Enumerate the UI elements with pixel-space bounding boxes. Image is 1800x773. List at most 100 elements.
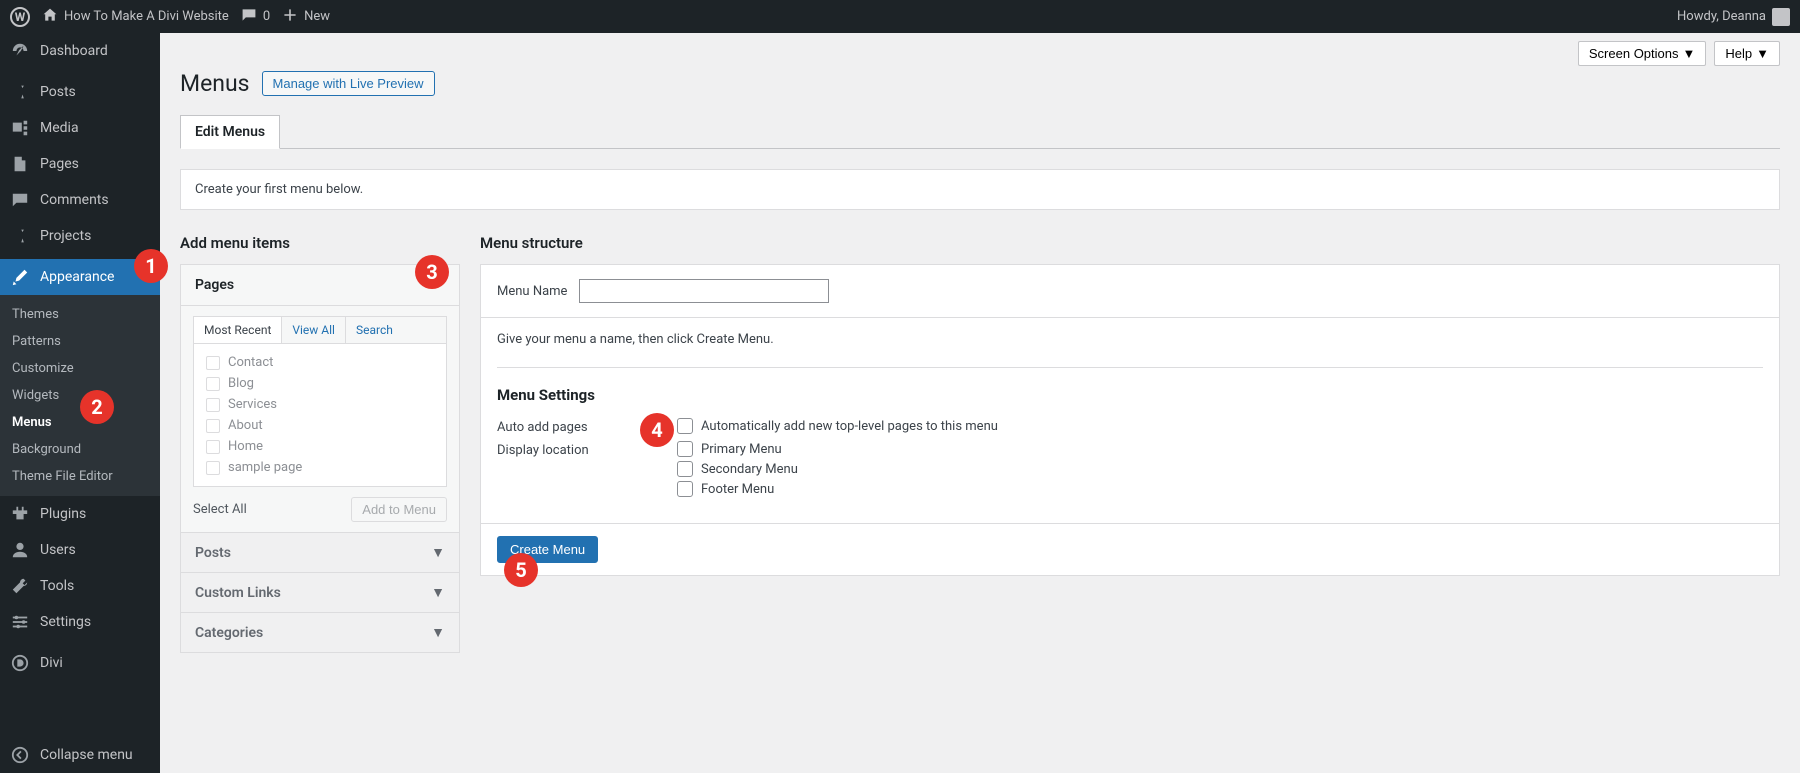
wrench-icon: [10, 576, 30, 596]
screen-options-button[interactable]: Screen Options▼: [1578, 41, 1706, 66]
sidebar-item-tools[interactable]: Tools: [0, 568, 160, 604]
page-item-label: Contact: [228, 355, 273, 370]
sidebar-item-posts[interactable]: Posts: [0, 74, 160, 110]
submenu-themes[interactable]: Themes: [0, 301, 160, 328]
howdy-text: Howdy, Deanna: [1677, 9, 1766, 24]
location-checkbox[interactable]: [677, 441, 693, 457]
add-to-menu-button[interactable]: Add to Menu: [351, 497, 447, 522]
submenu-widgets[interactable]: Widgets: [0, 382, 160, 409]
caret-down-icon: ▼: [1756, 46, 1769, 61]
pages-checklist: Contact Blog Services About Home sample …: [193, 343, 447, 487]
sidebar-item-pages[interactable]: Pages: [0, 146, 160, 182]
collapse-menu-button[interactable]: Collapse menu: [0, 737, 160, 773]
sidebar-item-label: Appearance: [40, 269, 114, 285]
create-menu-button[interactable]: Create Menu: [497, 536, 598, 563]
location-primary[interactable]: Primary Menu: [677, 441, 798, 457]
page-item[interactable]: About: [202, 415, 438, 436]
sidebar-item-divi[interactable]: Divi: [0, 645, 160, 681]
sidebar-item-media[interactable]: Media: [0, 110, 160, 146]
submenu-background[interactable]: Background: [0, 436, 160, 463]
site-name-link[interactable]: How To Make A Divi Website: [42, 7, 229, 27]
collapse-icon: [10, 745, 30, 765]
page-item[interactable]: sample page: [202, 457, 438, 478]
comment-icon: [10, 190, 30, 210]
page-item-label: Blog: [228, 376, 254, 391]
display-location-label: Display location: [497, 441, 637, 458]
page-item[interactable]: Blog: [202, 373, 438, 394]
comment-icon: [241, 7, 257, 27]
option-label: Secondary Menu: [701, 462, 798, 477]
page-item[interactable]: Services: [202, 394, 438, 415]
user-icon: [10, 540, 30, 560]
sidebar-item-projects[interactable]: Projects: [0, 218, 160, 254]
location-checkbox[interactable]: [677, 461, 693, 477]
accordion-label: Posts: [195, 545, 231, 561]
appearance-submenu: Themes Patterns Customize Widgets Menus …: [0, 295, 160, 496]
accordion-custom-links-head[interactable]: Custom Links▼: [181, 572, 459, 612]
location-secondary[interactable]: Secondary Menu: [677, 461, 798, 477]
accordion-posts-head[interactable]: Posts ▼: [181, 532, 459, 572]
checkbox[interactable]: [206, 461, 220, 475]
sidebar-item-label: Comments: [40, 192, 109, 208]
sidebar-item-settings[interactable]: Settings: [0, 604, 160, 640]
checkbox[interactable]: [206, 377, 220, 391]
sidebar-item-label: Posts: [40, 84, 76, 100]
new-content-link[interactable]: New: [282, 7, 330, 27]
sidebar-item-plugins[interactable]: Plugins: [0, 496, 160, 532]
sidebar-item-appearance[interactable]: Appearance: [0, 259, 160, 295]
sidebar-item-comments[interactable]: Comments: [0, 182, 160, 218]
sidebar-item-label: Pages: [40, 156, 79, 172]
page-item[interactable]: Contact: [202, 352, 438, 373]
sidebar-item-users[interactable]: Users: [0, 532, 160, 568]
plugin-icon: [10, 504, 30, 524]
accordion-label: Custom Links: [195, 585, 281, 601]
submenu-patterns[interactable]: Patterns: [0, 328, 160, 355]
comments-count: 0: [263, 9, 270, 24]
menu-settings-heading: Menu Settings: [497, 386, 1763, 404]
pages-tab-most-recent[interactable]: Most Recent: [194, 317, 282, 343]
sidebar-item-label: Users: [40, 542, 76, 558]
location-checkbox[interactable]: [677, 481, 693, 497]
menu-hint-text: Give your menu a name, then click Create…: [497, 332, 1763, 347]
menu-name-label: Menu Name: [497, 284, 567, 299]
sidebar-item-dashboard[interactable]: Dashboard: [0, 33, 160, 69]
checkbox[interactable]: [206, 398, 220, 412]
page-item[interactable]: Home: [202, 436, 438, 457]
page-title: Menus: [180, 70, 250, 97]
pages-tab-search[interactable]: Search: [346, 317, 446, 343]
checkbox[interactable]: [206, 419, 220, 433]
brush-icon: [10, 267, 30, 287]
menu-name-input[interactable]: [579, 279, 829, 303]
accordion-categories-head[interactable]: Categories ▼: [181, 612, 459, 652]
help-button[interactable]: Help▼: [1714, 41, 1780, 66]
accordion-pages-head[interactable]: Pages: [181, 265, 459, 306]
pages-tab-view-all[interactable]: View All: [282, 317, 346, 343]
location-footer[interactable]: Footer Menu: [677, 481, 798, 497]
nav-tab-wrapper: Edit Menus: [180, 115, 1780, 149]
accordion-label: Categories: [195, 625, 263, 641]
comments-link[interactable]: 0: [241, 7, 270, 27]
live-preview-button[interactable]: Manage with Live Preview: [262, 71, 435, 96]
checkbox[interactable]: [206, 440, 220, 454]
divi-icon: [10, 653, 30, 673]
howdy-account[interactable]: Howdy, Deanna: [1677, 8, 1790, 26]
main-content: 1 2 3 4 5 Screen Options▼ Help▼ Menus Ma…: [160, 33, 1800, 773]
submenu-theme-file-editor[interactable]: Theme File Editor: [0, 463, 160, 490]
sidebar-item-label: Media: [40, 120, 79, 136]
wp-logo-menu[interactable]: W: [10, 7, 30, 27]
add-items-accordion: Pages Most Recent View All Search Contac…: [180, 264, 460, 653]
caret-down-icon: ▼: [431, 624, 445, 641]
collapse-label: Collapse menu: [40, 747, 133, 763]
select-all-link[interactable]: Select All: [193, 502, 247, 517]
new-label: New: [304, 9, 330, 24]
caret-down-icon: ▼: [431, 544, 445, 561]
checkbox[interactable]: [206, 356, 220, 370]
submenu-customize[interactable]: Customize: [0, 355, 160, 382]
submenu-menus[interactable]: Menus: [0, 409, 160, 436]
auto-add-checkbox[interactable]: [677, 418, 693, 434]
auto-add-pages-option[interactable]: Automatically add new top-level pages to…: [677, 418, 998, 434]
media-icon: [10, 118, 30, 138]
admin-bar: W How To Make A Divi Website 0 New Howdy…: [0, 0, 1800, 33]
dashboard-icon: [10, 41, 30, 61]
tab-edit-menus[interactable]: Edit Menus: [180, 115, 280, 149]
